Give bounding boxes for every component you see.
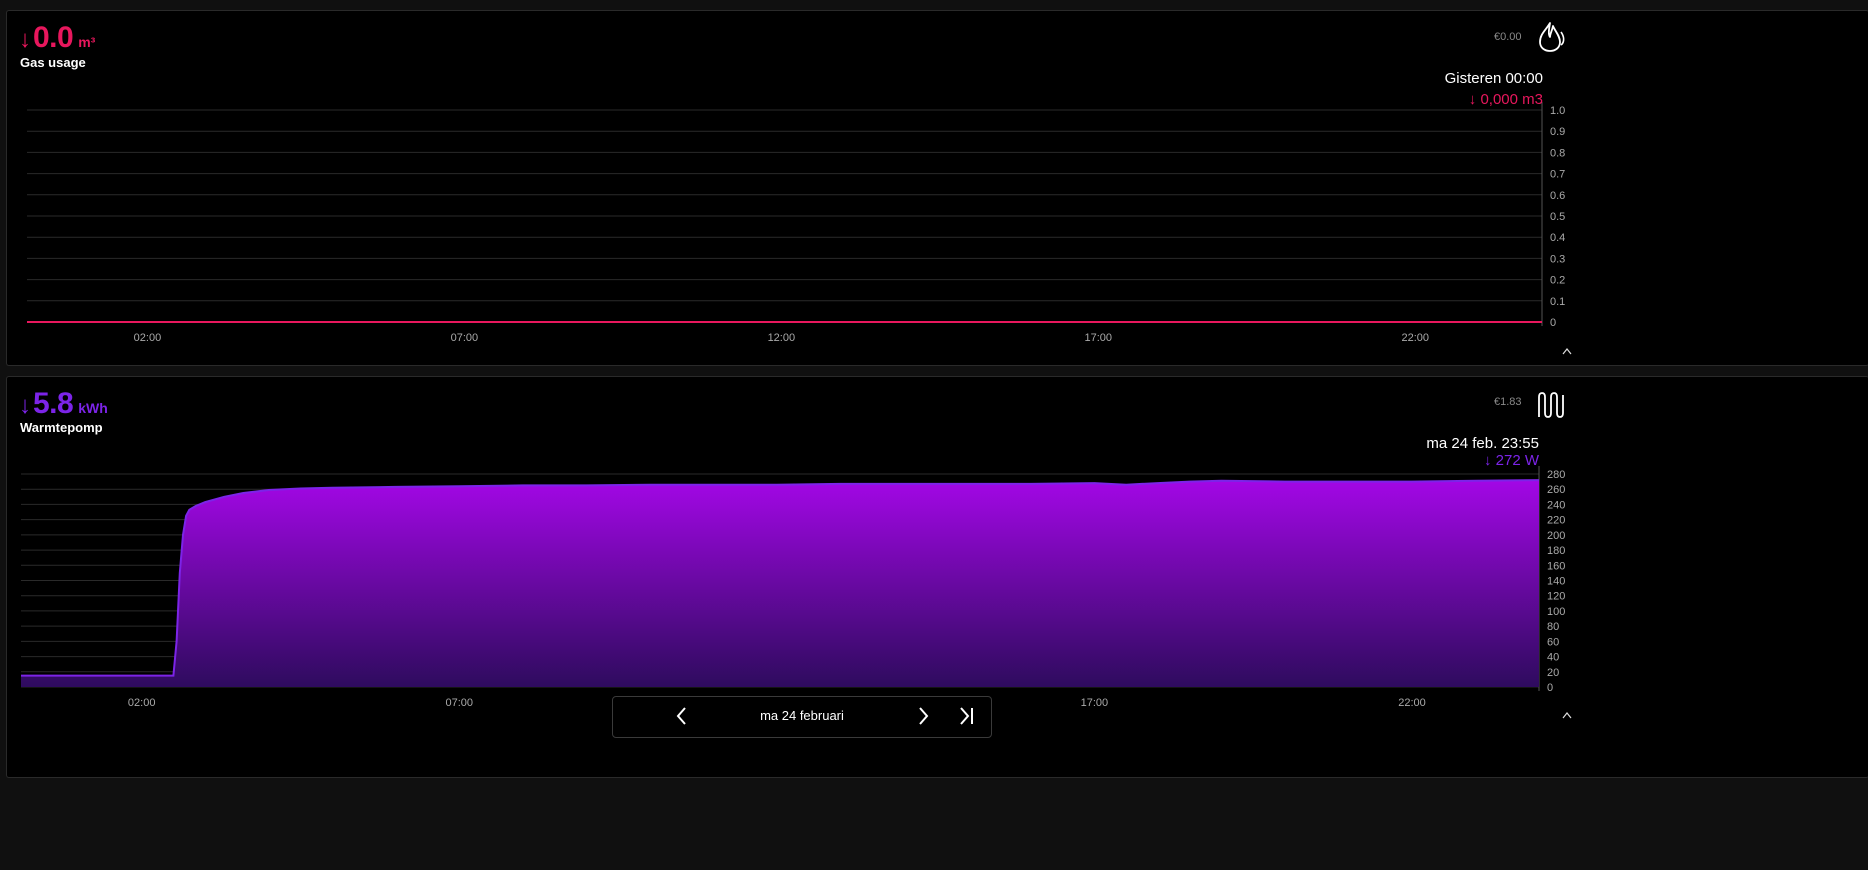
x-tick-label: 17:00	[1081, 697, 1109, 709]
x-tick-label: 17:00	[1085, 332, 1113, 344]
y-tick-label: 0.2	[1550, 275, 1565, 287]
tooltip-time: Gisteren 00:00	[1444, 70, 1543, 87]
y-tick-label: 280	[1547, 469, 1565, 481]
y-tick-label: 100	[1547, 606, 1565, 618]
expand-icon[interactable]	[1562, 345, 1572, 355]
series-area	[21, 480, 1539, 687]
tooltip-value: ↓ 272 W	[1483, 452, 1539, 469]
card-title: Gas usage	[20, 55, 86, 70]
y-tick-label: 1.0	[1550, 105, 1565, 117]
y-tick-label: 140	[1547, 576, 1565, 588]
down-arrow-icon: ↓	[19, 26, 31, 53]
gas-total-value: 0.0	[33, 21, 74, 54]
y-tick-label: 220	[1547, 515, 1565, 527]
y-tick-label: 0.7	[1550, 169, 1565, 181]
y-tick-label: 40	[1547, 652, 1559, 664]
heat-cost: €1.83	[1494, 396, 1522, 408]
gas-usage-card: 0 0.1 0.2 0.3 0.4 0.5 0.6 0.7 0.8 0.9 1.0 02:00 07:0…	[6, 10, 1868, 366]
x-tick-label: 07:00	[451, 332, 479, 344]
heat-total-unit: kWh	[78, 400, 108, 416]
y-tick-label: 0	[1547, 682, 1553, 694]
tooltip-time: ma 24 feb. 23:55	[1426, 435, 1539, 452]
y-tick-label: 0.9	[1550, 126, 1565, 138]
gas-chart[interactable]: 0 0.1 0.2 0.3 0.4 0.5 0.6 0.7 0.8 0.9 1.0 02:00 07:0…	[7, 11, 1868, 365]
y-tick-label: 0.6	[1550, 190, 1565, 202]
heat-total-value: 5.8	[33, 387, 74, 420]
heat-total: ↓ 5.8 kWh	[19, 387, 108, 421]
gas-total: ↓ 0.0 m³	[19, 21, 95, 55]
x-tick-label: 02:00	[134, 332, 162, 344]
y-tick-label: 80	[1547, 621, 1559, 633]
chevron-right-icon[interactable]	[910, 703, 936, 729]
gas-total-unit: m³	[78, 34, 96, 50]
y-tick-label: 0.1	[1550, 296, 1565, 308]
y-tick-label: 200	[1547, 530, 1565, 542]
gas-cost: €0.00	[1494, 31, 1522, 43]
y-tick-label: 0.8	[1550, 147, 1565, 159]
y-tick-label: 0.3	[1550, 253, 1565, 265]
y-tick-label: 120	[1547, 591, 1565, 603]
x-tick-label: 07:00	[445, 697, 473, 709]
y-tick-label: 0.4	[1550, 232, 1565, 244]
y-tick-label: 160	[1547, 560, 1565, 572]
x-tick-label: 22:00	[1401, 332, 1429, 344]
down-arrow-icon: ↓	[19, 392, 31, 419]
y-tick-label: 260	[1547, 484, 1565, 496]
y-tick-label: 60	[1547, 636, 1559, 648]
date-navigator: ma 24 februari	[612, 696, 992, 738]
radiator-icon[interactable]	[1537, 389, 1565, 421]
y-tick-label: 20	[1547, 667, 1559, 679]
flame-icon[interactable]	[1537, 21, 1565, 53]
y-tick-label: 240	[1547, 499, 1565, 511]
y-tick-label: 180	[1547, 545, 1565, 557]
x-tick-label: 12:00	[768, 332, 796, 344]
skip-to-end-icon[interactable]	[953, 703, 979, 729]
x-tick-label: 02:00	[128, 697, 156, 709]
expand-icon[interactable]	[1562, 709, 1572, 719]
tooltip-value: ↓ 0,000 m3	[1468, 91, 1543, 108]
card-title: Warmtepomp	[20, 420, 103, 435]
y-tick-label: 0	[1550, 317, 1556, 329]
x-tick-label: 22:00	[1398, 697, 1426, 709]
y-tick-label: 0.5	[1550, 211, 1565, 223]
